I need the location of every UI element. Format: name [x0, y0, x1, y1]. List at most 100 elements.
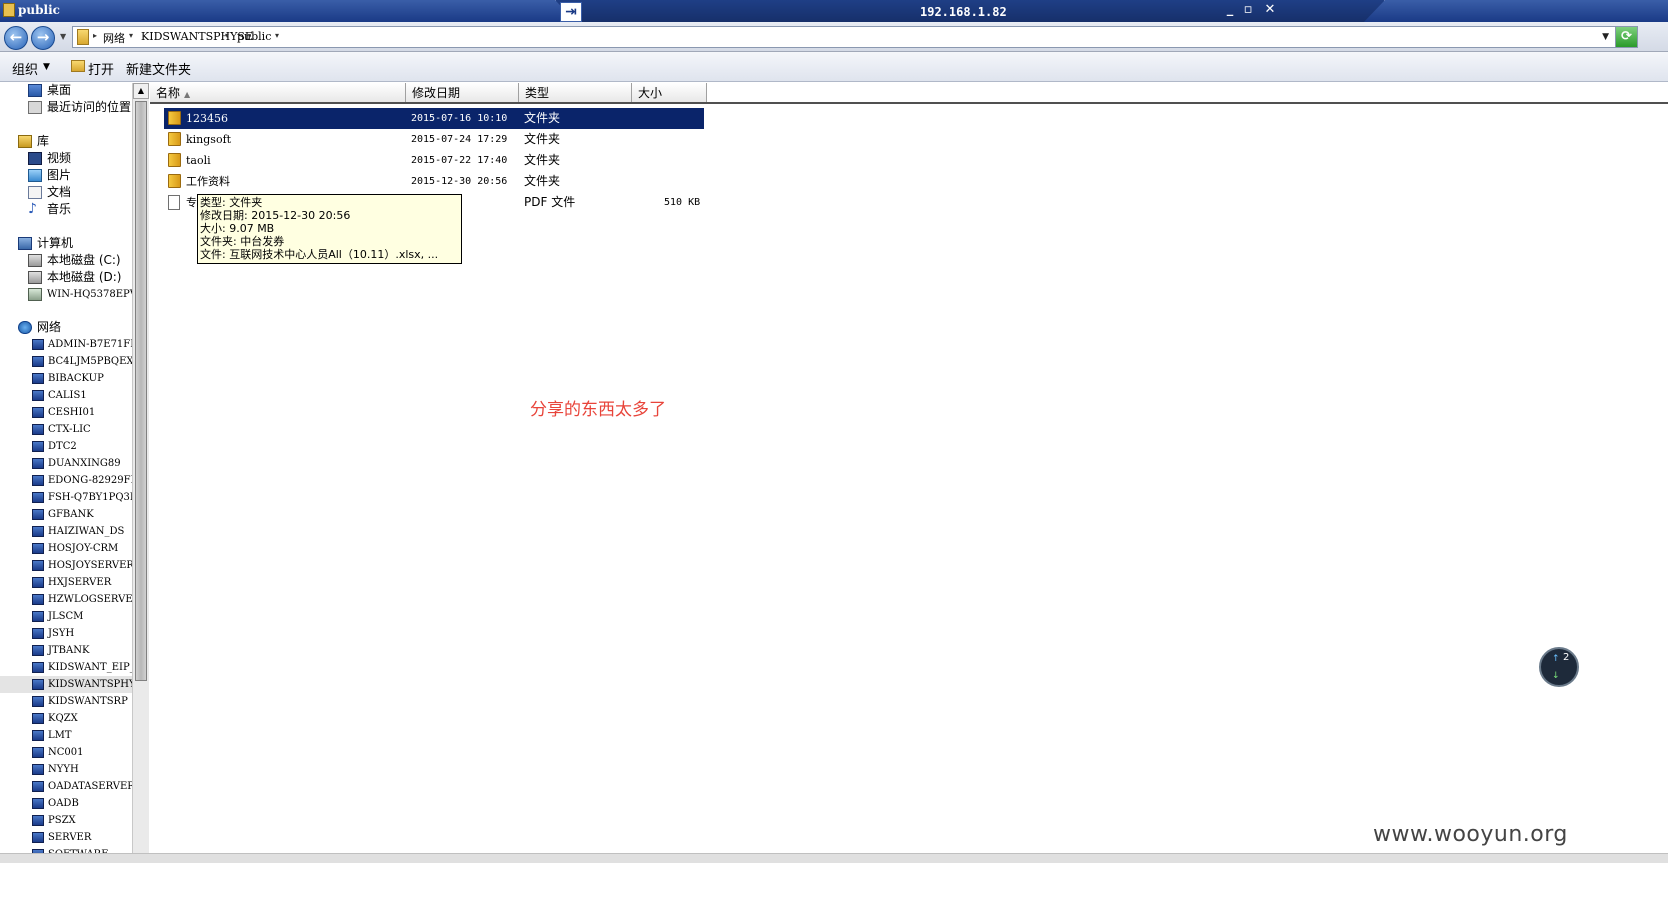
nav-item-label: OADB [48, 798, 79, 809]
restore-button[interactable]: ▫ [1238, 2, 1258, 17]
file-list-pane: 名称 ▲ 修改日期 类型 大小 123456 2015-07-16 10:10 文件夹… [150, 83, 1668, 853]
column-header-type[interactable]: 类型 [519, 83, 632, 103]
nav-item-label: ADMIN-B7E71FE94 [48, 339, 132, 350]
tooltip-line: 文件: 互联网技术中心人员All（10.11）.xlsx, ... [200, 248, 439, 261]
nav-item-label: 库 [37, 134, 50, 148]
nav-item-network-host[interactable]: CTX-LIC [0, 421, 132, 438]
file-row[interactable]: 123456 2015-07-16 10:10 文件夹 [164, 108, 704, 129]
nav-item-network-host[interactable]: BIBACKUP [0, 370, 132, 387]
scroll-up-icon[interactable]: ▲ [133, 83, 149, 99]
file-size-cell: 510 KB [664, 197, 701, 208]
nav-item-network-host[interactable]: HZWLOGSERVER [0, 591, 132, 608]
network-speed-widget[interactable]: ↑ 2 ↓ [1539, 647, 1579, 687]
nav-item-label: 图片 [47, 168, 72, 182]
column-header-label: 类型 [525, 86, 550, 100]
watermark: www.wooyun.org [1373, 822, 1568, 847]
column-header-size[interactable]: 大小 [632, 83, 707, 103]
file-row[interactable]: taoli 2015-07-22 17:40 文件夹 [164, 150, 704, 171]
navigation-scrollbar[interactable]: ▲ [132, 83, 149, 853]
new-folder-button[interactable]: 新建文件夹 [126, 59, 191, 78]
folder-info-tooltip: 类型: 文件夹 修改日期: 2015-12-30 20:56 大小: 9.07 … [197, 194, 462, 264]
chevron-down-icon[interactable]: ▾ [225, 31, 229, 40]
refresh-button[interactable]: ⟳ [1615, 27, 1637, 47]
nav-item-label: EDONG-82929FBB6 [48, 475, 132, 486]
breadcrumb-share[interactable]: public [237, 30, 271, 43]
close-button[interactable]: ✕ [1260, 2, 1280, 17]
nav-item-network-host[interactable]: KQZX [0, 710, 132, 727]
address-input[interactable]: ▸ 网络 ▾ KIDSWANTSPHYSE ▾ public ▾ ▼ ⟳ [72, 26, 1638, 48]
chevron-down-icon[interactable]: ▾ [129, 31, 133, 40]
address-history-dropdown-icon[interactable]: ▼ [1602, 32, 1609, 42]
nav-item-network-host[interactable]: EDONG-82929FBB6 [0, 472, 132, 489]
chevron-right-icon[interactable]: ▸ [93, 31, 97, 40]
nav-item-network-host[interactable]: KIDSWANT_EIP_DA [0, 659, 132, 676]
nav-item-label: HXJSERVER [48, 577, 112, 588]
organize-button[interactable]: 组织 [12, 59, 38, 78]
column-header-name[interactable]: 名称 ▲ [150, 83, 406, 103]
chevron-down-icon[interactable]: ▾ [275, 31, 279, 40]
nav-item-label: KIDSWANT_EIP_DA [48, 662, 132, 673]
pin-icon[interactable]: ⇥ [560, 2, 582, 22]
chevron-down-icon[interactable]: ▼ [43, 62, 50, 72]
file-date-cell: 2015-07-24 17:29 [411, 134, 508, 145]
computer-icon [32, 815, 44, 826]
nav-item-label: 桌面 [47, 83, 72, 97]
nav-item-network-host[interactable]: CESHI01 [0, 404, 132, 421]
documents-icon [28, 186, 42, 199]
nav-item-network-host[interactable]: JSYH [0, 625, 132, 642]
nav-item-label: HZWLOGSERVER [48, 594, 132, 605]
folder-icon [168, 153, 181, 167]
scrollbar-thumb[interactable] [135, 101, 147, 681]
nav-item-network-host[interactable]: LMT [0, 727, 132, 744]
tooltip-line: 类型: 文件夹 [200, 196, 263, 209]
tooltip-line: 修改日期: 2015-12-30 20:56 [200, 209, 351, 222]
folder-icon [3, 3, 15, 17]
breadcrumb-network[interactable]: 网络 [103, 30, 125, 46]
file-icon [168, 195, 180, 210]
back-button[interactable]: ← [4, 26, 28, 50]
nav-item-network-host[interactable]: OADB [0, 795, 132, 812]
column-header-modified[interactable]: 修改日期 [406, 83, 519, 103]
nav-item-network-host[interactable]: OADATASERVER [0, 778, 132, 795]
nav-item-network-host[interactable]: ADMIN-B7E71FE94 [0, 336, 132, 353]
file-row[interactable]: kingsoft 2015-07-24 17:29 文件夹 [164, 129, 704, 150]
nav-item-network-host[interactable]: JLSCM [0, 608, 132, 625]
file-row[interactable]: 工作资料 2015-12-30 20:56 文件夹 [164, 171, 704, 192]
nav-item-network-host[interactable]: HOSJOYSERVER [0, 557, 132, 574]
nav-item-network-host[interactable]: HAIZIWAN_DS [0, 523, 132, 540]
nav-item-network-host[interactable]: HXJSERVER [0, 574, 132, 591]
nav-item-network-host[interactable]: GFBANK [0, 506, 132, 523]
open-button[interactable]: 打开 [88, 59, 114, 78]
nav-item-label: JLSCM [48, 611, 84, 622]
disk-icon [28, 271, 42, 284]
computer-icon [32, 798, 44, 809]
nav-item-network-host[interactable]: NYYH [0, 761, 132, 778]
nav-item-network-host[interactable]: JTBANK [0, 642, 132, 659]
forward-button[interactable]: → [31, 26, 55, 50]
computer-icon [32, 577, 44, 588]
nav-item-label: FSH-Q7BY1PQ3PTQ [48, 492, 132, 503]
nav-item-network-host[interactable]: CALIS1 [0, 387, 132, 404]
address-toolbar: ← → ▼ ▸ 网络 ▾ KIDSWANTSPHYSE ▾ public ▾ ▼… [0, 22, 1668, 52]
nav-item-network-host[interactable]: PSZX [0, 812, 132, 829]
nav-item-network-host[interactable]: BC4LJM5PBQEX10W [0, 353, 132, 370]
nav-item-network-host[interactable]: DTC2 [0, 438, 132, 455]
computer-icon [32, 679, 44, 690]
upload-arrow-icon: ↑ [1552, 654, 1560, 664]
nav-item-network-host[interactable]: KIDSWANTSRP [0, 693, 132, 710]
nav-item-label: HOSJOYSERVER [48, 560, 132, 571]
horizontal-scrollbar[interactable] [0, 853, 1668, 863]
nav-item-network-host[interactable]: FSH-Q7BY1PQ3PTQ [0, 489, 132, 506]
nav-item-network-host[interactable]: HOSJOY-CRM [0, 540, 132, 557]
nav-item-network-host[interactable]: DUANXING89 [0, 455, 132, 472]
recent-pages-dropdown-icon[interactable]: ▼ [60, 32, 66, 41]
minimize-button[interactable]: _ [1220, 2, 1240, 17]
nav-item-network-host[interactable]: SERVER [0, 829, 132, 846]
sort-ascending-icon: ▲ [184, 90, 191, 99]
nav-item-label: OADATASERVER [48, 781, 132, 792]
nav-item-label: JTBANK [48, 645, 90, 656]
header-divider [150, 102, 1668, 104]
nav-item-network-host[interactable]: KIDSWANTSPHYSE [0, 676, 132, 693]
nav-item-network-host[interactable]: NC001 [0, 744, 132, 761]
nav-item-network-host[interactable]: SOFTWARE [0, 846, 132, 853]
